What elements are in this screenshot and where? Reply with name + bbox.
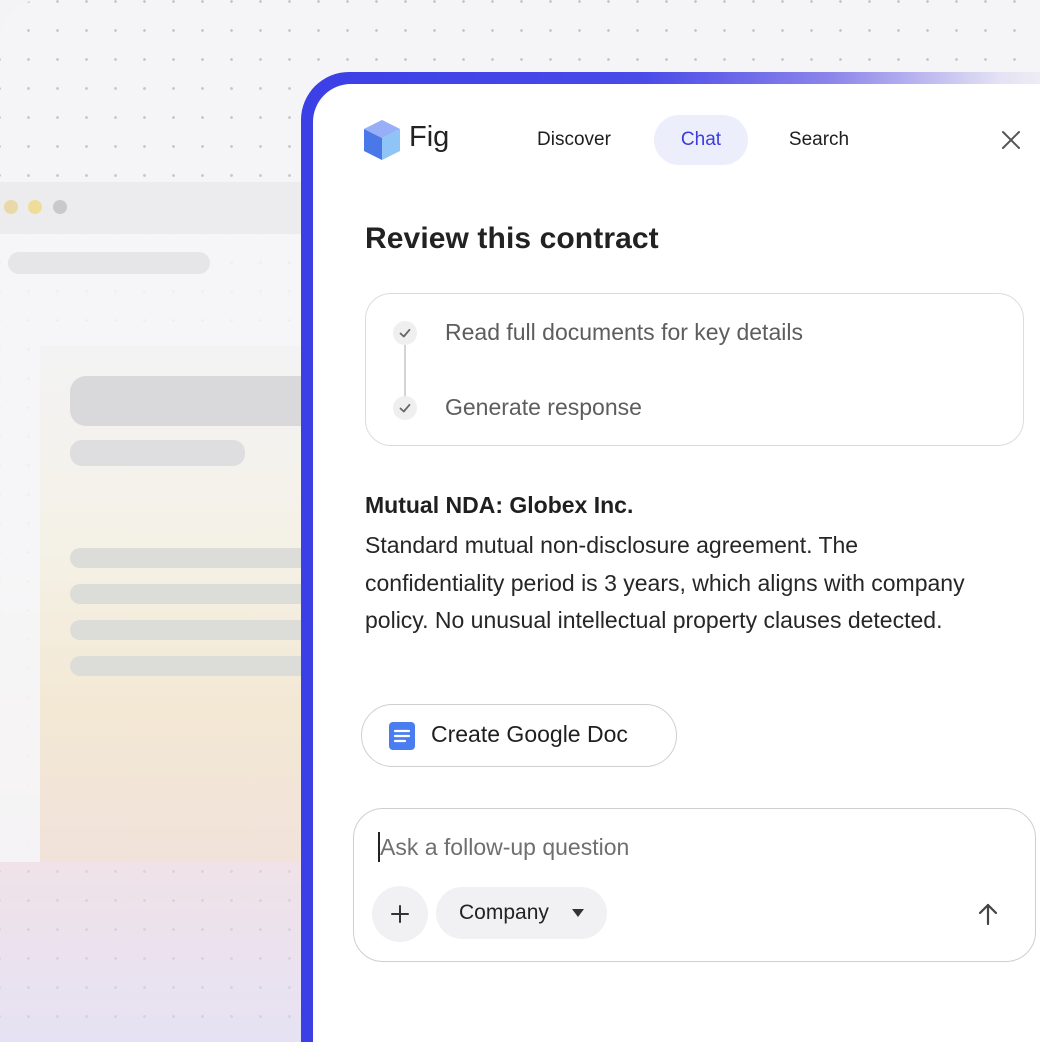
check-icon [393,321,417,345]
step-label: Generate response [445,394,642,420]
arrow-up-icon[interactable] [976,901,1000,927]
app-name: Fig [409,121,450,153]
follow-up-input[interactable] [380,830,980,864]
placeholder-bar [70,656,330,676]
browser-urlbar-placeholder [8,252,210,274]
response-body: Standard mutual non-disclosure agreement… [365,532,965,633]
create-google-doc-label: Create Google Doc [431,721,628,747]
tab-chat[interactable]: Chat [654,115,748,165]
google-docs-icon [389,722,415,750]
window-dot [4,200,18,214]
progress-steps-card [365,293,1024,446]
browser-page-placeholder [40,346,330,862]
placeholder-bar [70,584,330,604]
scope-dropdown-label: Company [459,901,549,924]
background-browser-window [0,182,330,862]
window-dot [53,200,67,214]
browser-titlebar [0,182,320,234]
response-title: Mutual NDA: Globex Inc. [365,492,634,518]
close-icon[interactable] [1000,129,1022,151]
step-label: Read full documents for key details [445,319,803,345]
check-icon [393,396,417,420]
placeholder-bar [70,620,330,640]
plus-icon [391,905,409,923]
add-attachment-button[interactable] [372,886,428,942]
placeholder-bar [70,548,330,568]
tab-search[interactable]: Search [770,115,868,165]
window-dot [28,200,42,214]
fig-logo-icon [364,120,400,160]
placeholder-bar [70,376,330,426]
page-title: Review this contract [365,222,659,255]
placeholder-bar [70,440,245,466]
caret-down-icon [572,909,584,917]
tab-discover[interactable]: Discover [518,115,630,165]
